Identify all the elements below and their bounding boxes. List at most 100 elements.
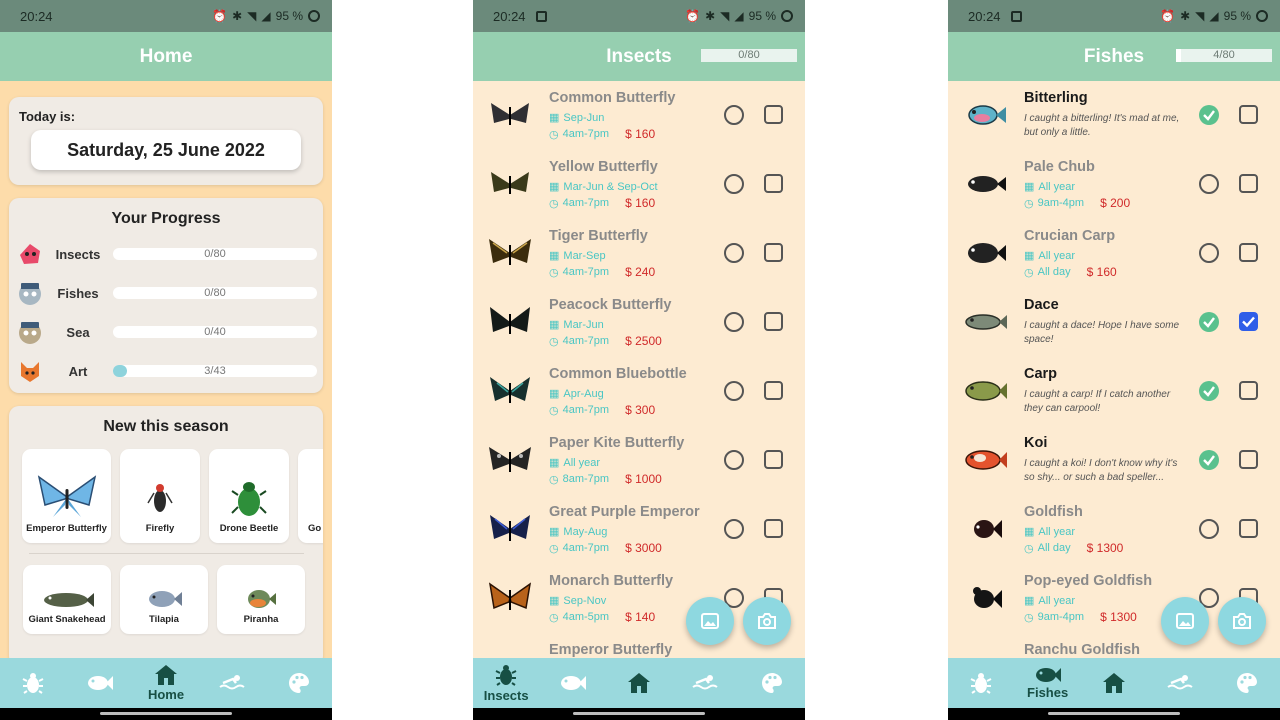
nav-art[interactable] — [739, 658, 805, 708]
caught-checkbox[interactable] — [1199, 243, 1219, 263]
nav-art[interactable] — [1214, 658, 1280, 708]
progress-row-art[interactable]: Art 3/43 — [17, 358, 317, 384]
palette-icon — [761, 673, 782, 693]
nav-fishes[interactable] — [539, 658, 605, 708]
nav-insects[interactable] — [0, 658, 66, 708]
caught-checkbox[interactable] — [1199, 519, 1219, 539]
caught-checkbox[interactable] — [724, 381, 744, 401]
donated-checkbox[interactable] — [1239, 174, 1258, 193]
price-value: 3000 — [635, 541, 662, 555]
camera-button[interactable] — [743, 597, 791, 645]
nav-insects[interactable] — [948, 658, 1014, 708]
donated-checkbox[interactable] — [764, 174, 783, 193]
status-time: 20:24 — [968, 8, 1001, 24]
list-item[interactable]: Bitterling I caught a bitterling! It's m… — [948, 81, 1280, 150]
season-tile[interactable]: Go — [298, 449, 323, 543]
donated-checkbox[interactable] — [1239, 450, 1258, 469]
progress-value: 0/80 — [204, 287, 226, 299]
battery-text: 95 % — [748, 9, 776, 23]
list-item[interactable]: Carp I caught a carp! If I catch another… — [948, 357, 1280, 426]
signal-icon: ◢ — [734, 9, 744, 23]
progress-row-sea[interactable]: Sea 0/40 — [17, 319, 317, 345]
caught-checkbox[interactable] — [724, 174, 744, 194]
nav-fishes[interactable] — [66, 658, 132, 708]
nav-fishes[interactable]: Fishes — [1014, 658, 1080, 708]
gallery-button[interactable] — [1161, 597, 1209, 645]
list-item[interactable]: Dace I caught a dace! Hope I have some s… — [948, 288, 1280, 357]
nav-insects[interactable]: Insects — [473, 658, 539, 708]
list-item[interactable]: Paper Kite Butterfly ▦ All year ◷ 8am-7pm $… — [473, 426, 805, 495]
progress-row-fishes[interactable]: Fishes 0/80 — [17, 280, 317, 306]
price-value: 160 — [635, 196, 656, 210]
donated-checkbox[interactable] — [764, 105, 783, 124]
list-item[interactable]: Peacock Butterfly ▦ Mar-Jun ◷ 4am-7pm $ 250… — [473, 288, 805, 357]
caught-checkbox[interactable] — [1199, 381, 1219, 401]
months-text: All year — [1038, 180, 1076, 193]
caught-checkbox[interactable] — [724, 105, 744, 125]
list-item[interactable]: Tiger Butterfly ▦ Mar-Sep ◷ 4am-7pm $ 240 — [473, 219, 805, 288]
list-item[interactable]: Crucian Carp ▦ All year ◷ All day $ 160 — [948, 219, 1280, 288]
calendar-icon: ▦ — [549, 457, 560, 469]
gallery-button[interactable] — [686, 597, 734, 645]
nav-sea[interactable] — [672, 658, 738, 708]
item-price: $ 240 — [625, 265, 656, 279]
nav-home[interactable] — [1081, 658, 1147, 708]
donated-checkbox[interactable] — [764, 519, 783, 538]
donated-checkbox[interactable] — [764, 381, 783, 400]
nav-home[interactable] — [606, 658, 672, 708]
item-time: ◷ 4am-5pm $ 140 — [549, 610, 655, 624]
caught-checkbox[interactable] — [1199, 174, 1219, 194]
page-title: Home — [139, 45, 193, 67]
caught-checkbox[interactable] — [1199, 312, 1219, 332]
wifi-icon: ◥ — [1195, 9, 1205, 23]
caught-checkbox[interactable] — [1199, 105, 1219, 125]
nav-art[interactable] — [266, 658, 332, 708]
price-value: 2500 — [635, 334, 662, 348]
camera-button[interactable] — [1218, 597, 1266, 645]
alarm-icon: ⏰ — [1160, 9, 1176, 23]
list-item[interactable]: Yellow Butterfly ▦ Mar-Jun & Sep-Oct ◷ 4am… — [473, 150, 805, 219]
list-item[interactable]: Koi I caught a koi! I don't know why it'… — [948, 426, 1280, 495]
caught-checkbox[interactable] — [724, 519, 744, 539]
progress-row-insects[interactable]: Insects 0/80 — [17, 241, 317, 267]
season-tile[interactable]: Emperor Butterfly — [22, 449, 111, 543]
list-item[interactable]: Common Bluebottle ▦ Apr-Aug ◷ 4am-7pm $ 300 — [473, 357, 805, 426]
season-tile[interactable]: Drone Beetle — [209, 449, 289, 543]
nav-home[interactable]: Home — [133, 658, 199, 708]
caught-checkbox[interactable] — [724, 243, 744, 263]
list-item[interactable]: Great Purple Emperor ▦ May-Aug ◷ 4am-7pm $ … — [473, 495, 805, 564]
peacock-butterfly-icon — [490, 307, 530, 334]
catch-quote: I caught a bitterling! It's mad at me, b… — [1024, 113, 1180, 138]
donated-checkbox[interactable] — [1239, 243, 1258, 262]
caught-checkbox[interactable] — [724, 312, 744, 332]
donated-checkbox[interactable] — [1239, 312, 1258, 331]
caught-checkbox[interactable] — [724, 450, 744, 470]
donated-checkbox[interactable] — [764, 243, 783, 262]
alarm-icon: ⏰ — [212, 9, 228, 23]
season-tile[interactable]: Piranha — [217, 565, 305, 634]
item-price: $ 1000 — [625, 472, 662, 486]
donated-checkbox[interactable] — [764, 450, 783, 469]
item-price: $ 1300 — [1100, 610, 1137, 624]
time-text: 4am-7pm — [562, 266, 610, 278]
item-price: $ 2500 — [625, 334, 662, 348]
item-name: Great Purple Emperor — [549, 504, 700, 520]
donated-checkbox[interactable] — [1239, 519, 1258, 538]
clock-icon: ◷ — [1024, 611, 1034, 624]
season-tile[interactable]: Giant Snakehead — [23, 565, 111, 634]
season-tile[interactable]: Tilapia — [120, 565, 208, 634]
nav-sea[interactable] — [199, 658, 265, 708]
list-item[interactable]: Pale Chub ▦ All year ◷ 9am-4pm $ 200 — [948, 150, 1280, 219]
donated-checkbox[interactable] — [1239, 105, 1258, 124]
donated-checkbox[interactable] — [764, 312, 783, 331]
list-item[interactable]: Goldfish ▦ All year ◷ All day $ 1300 — [948, 495, 1280, 564]
caught-checkbox[interactable] — [1199, 450, 1219, 470]
donated-checkbox[interactable] — [1239, 381, 1258, 400]
image-icon — [1176, 613, 1194, 629]
time-text: 4am-7pm — [562, 404, 610, 416]
nav-sea[interactable] — [1147, 658, 1213, 708]
season-divider — [29, 553, 304, 554]
season-tile[interactable]: Firefly — [120, 449, 200, 543]
list-item[interactable]: Common Butterfly ▦ Sep-Jun ◷ 4am-7pm $ 160 — [473, 81, 805, 150]
bottom-nav: Home — [0, 658, 332, 708]
